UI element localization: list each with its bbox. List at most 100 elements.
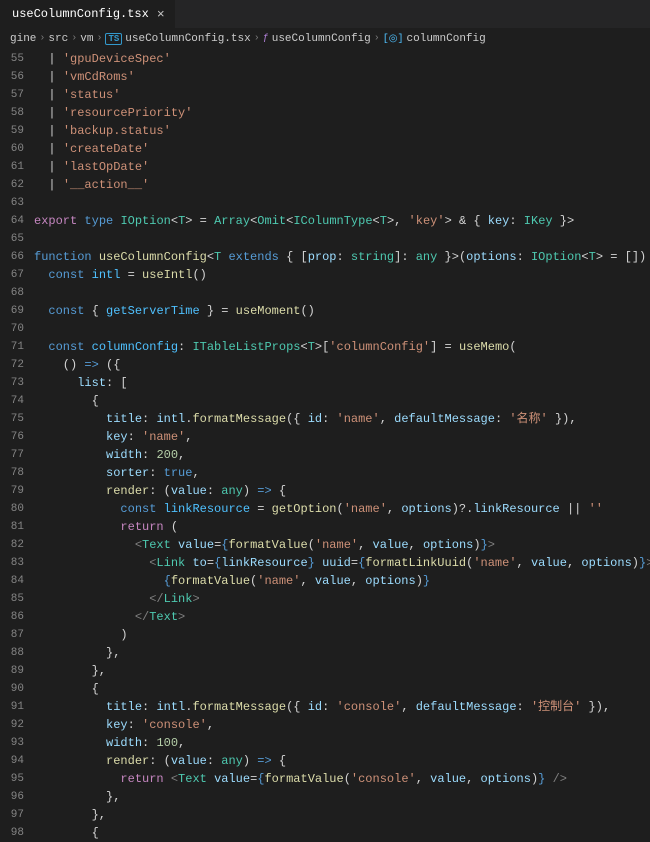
code-line: const intl = useIntl(): [34, 266, 650, 284]
line-number: 71: [0, 338, 24, 356]
code-line: | 'lastOpDate': [34, 158, 650, 176]
code-line: width: 200,: [34, 446, 650, 464]
line-number: 73: [0, 374, 24, 392]
code-line: sorter: true,: [34, 464, 650, 482]
code-line: title: intl.formatMessage({ id: 'console…: [34, 698, 650, 716]
chevron-right-icon: ›: [254, 33, 260, 44]
code-line: | 'vmCdRoms': [34, 68, 650, 86]
code-line: [34, 230, 650, 248]
function-icon: ƒ: [263, 33, 269, 44]
code-line: {: [34, 392, 650, 410]
line-number: 67: [0, 266, 24, 284]
line-number: 95: [0, 770, 24, 788]
code-line: function useColumnConfig<T extends { [pr…: [34, 248, 650, 266]
line-number: 69: [0, 302, 24, 320]
line-number: 88: [0, 644, 24, 662]
tab-title: useColumnConfig.tsx: [12, 7, 149, 21]
code-line: {: [34, 680, 650, 698]
crumb[interactable]: gine: [10, 33, 36, 45]
line-gutter: 5556575859606162636465666768697071727374…: [0, 50, 34, 663]
close-icon[interactable]: ×: [157, 8, 165, 21]
line-number: 55: [0, 50, 24, 68]
line-number: 85: [0, 590, 24, 608]
code-line: | 'createDate': [34, 140, 650, 158]
line-number: 94: [0, 752, 24, 770]
line-number: 96: [0, 788, 24, 806]
line-number: 76: [0, 428, 24, 446]
line-number: 97: [0, 806, 24, 824]
crumb[interactable]: src: [48, 33, 68, 45]
code-line: </Link>: [34, 590, 650, 608]
code-line: [34, 284, 650, 302]
line-number: 92: [0, 716, 24, 734]
chevron-right-icon: ›: [39, 33, 45, 44]
code-line: return (: [34, 518, 650, 536]
code-line: const { getServerTime } = useMoment(): [34, 302, 650, 320]
code-line: render: (value: any) => {: [34, 752, 650, 770]
line-number: 87: [0, 626, 24, 644]
crumb[interactable]: columnConfig: [407, 33, 486, 45]
line-number: 93: [0, 734, 24, 752]
line-number: 68: [0, 284, 24, 302]
line-number: 57: [0, 86, 24, 104]
code-line: width: 100,: [34, 734, 650, 752]
line-number: 77: [0, 446, 24, 464]
code-line: | 'status': [34, 86, 650, 104]
code-line: list: [: [34, 374, 650, 392]
line-number: 72: [0, 356, 24, 374]
code-line: },: [34, 662, 650, 680]
tab-bar: useColumnConfig.tsx ×: [0, 0, 650, 28]
line-number: 91: [0, 698, 24, 716]
line-number: 74: [0, 392, 24, 410]
line-number: 79: [0, 482, 24, 500]
crumb[interactable]: vm: [80, 33, 93, 45]
code-line: export type IOption<T> = Array<Omit<ICol…: [34, 212, 650, 230]
line-number: 78: [0, 464, 24, 482]
code-line: render: (value: any) => {: [34, 482, 650, 500]
typescript-icon: TS: [105, 33, 122, 45]
code-area[interactable]: | 'gpuDeviceSpec' | 'vmCdRoms' | 'status…: [34, 50, 650, 663]
line-number: 82: [0, 536, 24, 554]
code-line: {formatValue('name', value, options)}: [34, 572, 650, 590]
code-line: },: [34, 806, 650, 824]
code-line: <Text value={formatValue('name', value, …: [34, 536, 650, 554]
crumb[interactable]: useColumnConfig.tsx: [125, 33, 250, 45]
line-number: 81: [0, 518, 24, 536]
editor[interactable]: 5556575859606162636465666768697071727374…: [0, 50, 650, 663]
line-number: 63: [0, 194, 24, 212]
chevron-right-icon: ›: [96, 33, 102, 44]
line-number: 60: [0, 140, 24, 158]
line-number: 86: [0, 608, 24, 626]
line-number: 98: [0, 824, 24, 842]
crumb[interactable]: useColumnConfig: [272, 33, 371, 45]
code-line: {: [34, 824, 650, 842]
line-number: 90: [0, 680, 24, 698]
code-line: const linkResource = getOption('name', o…: [34, 500, 650, 518]
code-line: [34, 194, 650, 212]
line-number: 61: [0, 158, 24, 176]
code-line: () => ({: [34, 356, 650, 374]
code-line: title: intl.formatMessage({ id: 'name', …: [34, 410, 650, 428]
editor-tab[interactable]: useColumnConfig.tsx ×: [0, 0, 176, 28]
line-number: 84: [0, 572, 24, 590]
line-number: 62: [0, 176, 24, 194]
line-number: 66: [0, 248, 24, 266]
line-number: 59: [0, 122, 24, 140]
line-number: 64: [0, 212, 24, 230]
chevron-right-icon: ›: [374, 33, 380, 44]
line-number: 80: [0, 500, 24, 518]
line-number: 58: [0, 104, 24, 122]
breadcrumb: gine › src › vm › TS useColumnConfig.tsx…: [0, 28, 650, 50]
line-number: 75: [0, 410, 24, 428]
code-line: | 'backup.status': [34, 122, 650, 140]
chevron-right-icon: ›: [71, 33, 77, 44]
line-number: 89: [0, 662, 24, 680]
line-number: 83: [0, 554, 24, 572]
code-line: [34, 320, 650, 338]
line-number: 70: [0, 320, 24, 338]
code-line: },: [34, 644, 650, 662]
line-number: 65: [0, 230, 24, 248]
code-line: key: 'name',: [34, 428, 650, 446]
code-line: const columnConfig: ITableListProps<T>['…: [34, 338, 650, 356]
code-line: <Link to={linkResource} uuid={formatLink…: [34, 554, 650, 572]
